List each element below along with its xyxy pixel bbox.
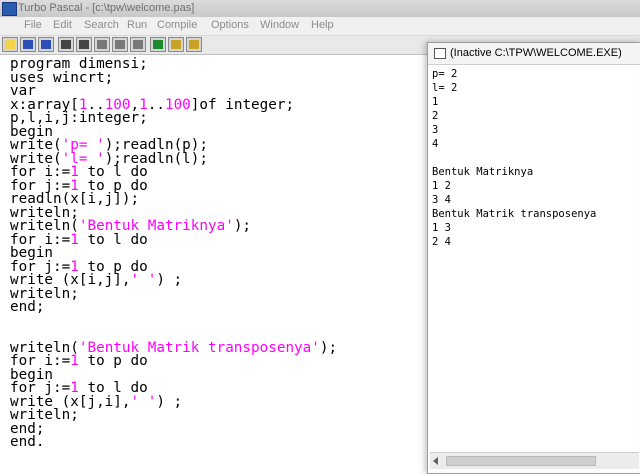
- title-bar: Turbo Pascal - [c:\tpw\welcome.pas]: [0, 0, 640, 18]
- code-line: end;: [10, 299, 45, 315]
- output-line: 3 4: [432, 194, 451, 206]
- code-line: for i:=1 to p do: [10, 353, 148, 369]
- copy-button[interactable]: [112, 37, 128, 52]
- code-line: writeln;: [10, 407, 79, 423]
- menu-bar: File Edit Search Run Compile Options Window Hel…: [0, 17, 640, 36]
- cut-icon: [97, 40, 107, 49]
- run-button[interactable]: [186, 37, 202, 52]
- output-console: p= 2 l= 2 1 2 3 4 Bentuk Matriknya 1 2 3 4 Bentuk…: [430, 65, 639, 451]
- code-line: for j:=1 to l do: [10, 380, 148, 396]
- output-line: 2 4: [432, 236, 451, 248]
- code-line: program dimensi;: [10, 56, 148, 72]
- output-line: 2: [432, 110, 439, 122]
- compile-icon: [171, 40, 181, 49]
- menu-compile[interactable]: Compile: [157, 19, 197, 31]
- code-line: readln(x[i,j]);: [10, 191, 140, 207]
- output-line: 1: [432, 96, 439, 108]
- menu-file[interactable]: File: [24, 19, 42, 31]
- code-line: for i:=1 to l do: [10, 164, 148, 180]
- number-literal: 100: [164, 96, 191, 113]
- string-literal: ' ': [130, 272, 157, 288]
- undo-icon: [153, 40, 163, 49]
- output-line: 4: [432, 138, 439, 150]
- paste-icon: [133, 40, 143, 49]
- menu-help[interactable]: Help: [311, 19, 334, 31]
- output-line: l= 2: [432, 82, 458, 94]
- code-line: begin: [10, 245, 54, 261]
- wincrt-output-window[interactable]: (Inactive C:\TPW\WELCOME.EXE) p= 2 l= 2 1 2…: [427, 42, 640, 474]
- save-button[interactable]: [38, 37, 54, 52]
- replace-icon: [79, 40, 89, 49]
- number-literal: 1: [70, 353, 79, 369]
- output-window-title: (Inactive C:\TPW\WELCOME.EXE): [450, 47, 622, 59]
- search-icon: [61, 40, 71, 49]
- output-window-title-bar[interactable]: (Inactive C:\TPW\WELCOME.EXE): [428, 43, 640, 65]
- cut-button[interactable]: [94, 37, 110, 52]
- menu-window[interactable]: Window: [260, 19, 299, 31]
- output-line: Bentuk Matriknya: [432, 166, 534, 178]
- output-line: 3: [432, 124, 439, 136]
- open-button[interactable]: [20, 37, 36, 52]
- output-line: p= 2: [432, 68, 458, 80]
- paste-button[interactable]: [130, 37, 146, 52]
- code-line: write (x[i,j],' ') ;: [10, 272, 183, 288]
- code-line: write('p= ');readln(p);: [10, 137, 208, 153]
- menu-edit[interactable]: Edit: [53, 19, 72, 31]
- output-line: 1 3: [432, 222, 451, 234]
- save-icon: [41, 40, 51, 49]
- scroll-left-icon[interactable]: [433, 457, 438, 465]
- code-line: p,l,i,j:integer;: [10, 110, 148, 126]
- menu-search[interactable]: Search: [84, 19, 119, 31]
- code-line: writeln('Bentuk Matriknya');: [10, 218, 252, 234]
- search-button[interactable]: [58, 37, 74, 52]
- menu-run[interactable]: Run: [127, 19, 147, 31]
- output-line: 1 2: [432, 180, 451, 192]
- output-line: Bentuk Matrik transposenya: [432, 208, 597, 220]
- number-literal: 1: [70, 231, 79, 248]
- turbo-pascal-window: Turbo Pascal - [c:\tpw\welcome.pas] File…: [0, 0, 640, 474]
- help-icon: [5, 40, 15, 49]
- help-button[interactable]: [2, 37, 18, 52]
- app-icon: [2, 2, 17, 16]
- undo-button[interactable]: [150, 37, 166, 52]
- code-line: end.: [10, 434, 45, 450]
- scroll-thumb[interactable]: [446, 456, 596, 466]
- compile-button[interactable]: [168, 37, 184, 52]
- code-line: var: [10, 83, 36, 99]
- run-icon: [189, 40, 199, 49]
- replace-button[interactable]: [76, 37, 92, 52]
- code-editor[interactable]: program dimensi; uses wincrt; var x:array[1…: [0, 55, 428, 472]
- copy-icon: [115, 40, 125, 49]
- window-title: Turbo Pascal - [c:\tpw\welcome.pas]: [18, 2, 195, 14]
- string-literal: ' ': [130, 393, 157, 410]
- menu-options[interactable]: Options: [211, 19, 249, 31]
- horizontal-scrollbar[interactable]: [430, 452, 639, 469]
- window-icon: [434, 48, 446, 59]
- open-icon: [23, 40, 33, 49]
